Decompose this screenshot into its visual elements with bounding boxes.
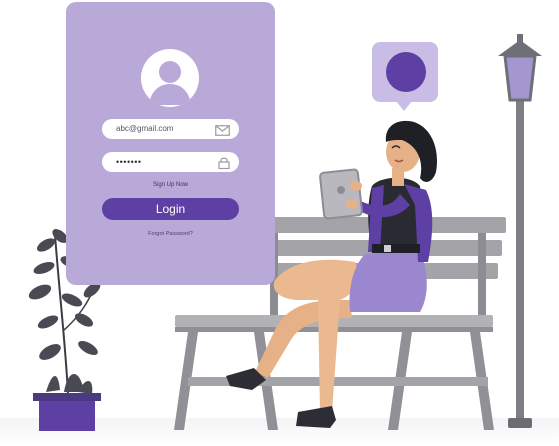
chat-bubble-icon bbox=[372, 42, 438, 102]
lock-icon bbox=[218, 156, 230, 174]
forgot-password-link[interactable]: Forgot Password? bbox=[66, 231, 275, 237]
email-field[interactable]: abc@gmail.com bbox=[102, 119, 239, 139]
password-value: ••••••• bbox=[116, 157, 142, 167]
password-field[interactable]: ••••••• bbox=[102, 152, 239, 172]
mail-icon bbox=[215, 123, 230, 141]
user-icon bbox=[141, 49, 199, 107]
sign-up-link[interactable]: Sign Up Now bbox=[66, 182, 275, 188]
bubble-tail bbox=[396, 101, 412, 111]
bubble-dot bbox=[386, 52, 426, 92]
login-card: abc@gmail.com ••••••• Sign Up Now Login … bbox=[66, 2, 275, 285]
login-button[interactable]: Login bbox=[102, 198, 239, 220]
email-value: abc@gmail.com bbox=[116, 124, 174, 133]
